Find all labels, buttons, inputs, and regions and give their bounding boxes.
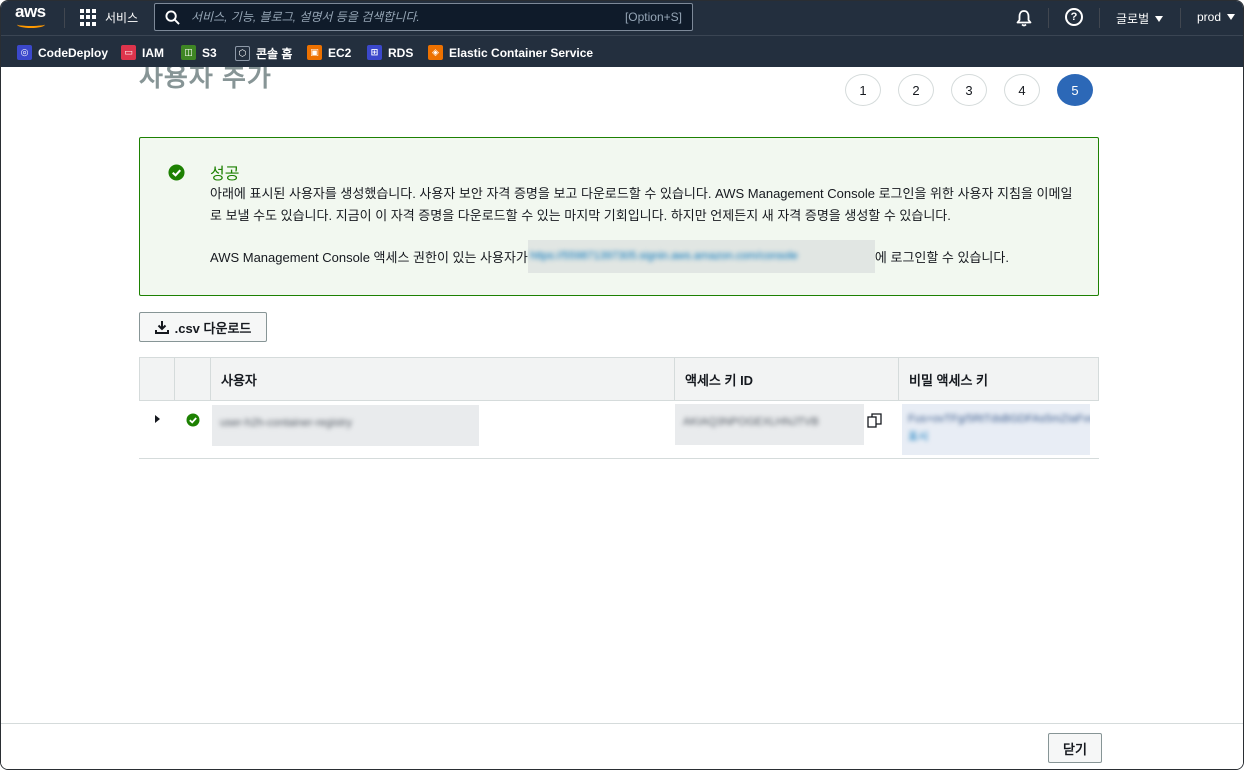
step-5-current[interactable]: 5 <box>1057 74 1093 106</box>
iam-icon: ▭ <box>121 45 136 60</box>
credentials-table: 사용자 액세스 키 ID 비밀 액세스 키 user-h2h-container… <box>139 357 1099 459</box>
favorite-ec2[interactable]: ▣ EC2 <box>307 45 351 60</box>
page-title: 사용자 추가 <box>139 67 272 92</box>
console-access-suffix: 에 로그인할 수 있습니다. <box>874 250 1009 265</box>
download-icon <box>154 321 169 334</box>
services-grid-icon <box>80 9 97 26</box>
region-selector[interactable]: 글로벌 <box>1116 10 1164 27</box>
services-label: 서비스 <box>105 11 139 25</box>
column-header-access-key-id: 액세스 키 ID <box>675 358 899 400</box>
access-key-id-cell: AKIAQ3NPOGEXLHNJTVB <box>675 404 864 445</box>
caret-down-icon <box>1155 15 1164 22</box>
favorite-iam[interactable]: ▭ IAM <box>121 45 164 60</box>
search-input[interactable] <box>191 8 591 26</box>
alert-title: 성공 <box>210 166 240 183</box>
top-navigation: aws 서비스 [Option+S] ? 글로벌 prod <box>1 1 1243 35</box>
table-header: 사용자 액세스 키 ID 비밀 액세스 키 <box>139 357 1099 401</box>
favorite-label: CodeDeploy <box>38 45 109 60</box>
rds-icon: ⊞ <box>367 45 382 60</box>
caret-down-icon <box>1227 14 1236 20</box>
success-check-icon <box>168 164 185 181</box>
notifications-bell-icon[interactable] <box>1015 9 1033 27</box>
user-name-cell[interactable]: user-h2h-container-registry <box>212 405 479 446</box>
favorite-label: Elastic Container Service <box>449 45 594 60</box>
copy-icon[interactable] <box>867 413 882 428</box>
expand-row-caret-icon[interactable] <box>155 415 160 423</box>
favorite-codedeploy[interactable]: ◎ CodeDeploy <box>17 45 108 60</box>
region-label: 글로벌 <box>1116 12 1150 26</box>
favorites-bar: ◎ CodeDeploy ▭ IAM ◫ S3 ⬡ 콘솔 홈 ▣ EC2 ⊞ R… <box>1 35 1243 67</box>
table-row: user-h2h-container-registry AKIAQ3NPOGEX… <box>139 401 1099 459</box>
nav-divider <box>1099 8 1100 28</box>
favorite-label: IAM <box>142 45 164 60</box>
column-header-user: 사용자 <box>211 358 675 400</box>
step-1[interactable]: 1 <box>845 74 881 106</box>
success-alert: 성공 아래에 표시된 사용자를 생성했습니다. 사용자 보안 자격 증명을 보고… <box>139 137 1099 296</box>
favorite-ecs[interactable]: ◈ Elastic Container Service <box>428 45 593 60</box>
account-menu[interactable]: prod <box>1197 10 1236 24</box>
alert-body: 아래에 표시된 사용자를 생성했습니다. 사용자 보안 자격 증명을 보고 다운… <box>210 186 1073 223</box>
nav-divider <box>1048 8 1049 28</box>
favorite-label: EC2 <box>328 45 352 60</box>
favorite-s3[interactable]: ◫ S3 <box>181 45 217 60</box>
wizard-steps: 1 2 3 4 5 <box>845 74 1093 106</box>
console-access-line: AWS Management Console 액세스 권한이 있는 사용자가 h… <box>210 240 1009 273</box>
success-check-icon <box>186 413 200 427</box>
footer-bar: 닫기 <box>1 723 1243 769</box>
codedeploy-icon: ◎ <box>17 45 32 60</box>
console-signin-link[interactable]: https://559871397305.signin.aws.amazon.c… <box>527 240 875 273</box>
secret-key-cell: Fus+ovTFg/5RtTdsBGDFAs5mZIaFvwOAkS 표시 <box>902 404 1090 455</box>
step-2[interactable]: 2 <box>898 74 934 106</box>
aws-logo-text: aws <box>15 2 46 21</box>
search-box[interactable]: [Option+S] <box>154 3 693 31</box>
ecs-icon: ◈ <box>428 45 443 60</box>
search-icon <box>165 10 180 25</box>
show-secret-link[interactable]: 표시 <box>902 428 1090 446</box>
console-access-prefix: AWS Management Console 액세스 권한이 있는 사용자가 <box>210 250 528 265</box>
step-4[interactable]: 4 <box>1004 74 1040 106</box>
console-home-icon: ⬡ <box>235 46 250 61</box>
favorite-rds[interactable]: ⊞ RDS <box>367 45 413 60</box>
account-label: prod <box>1197 10 1222 24</box>
ec2-icon: ▣ <box>307 45 322 60</box>
search-shortcut-hint: [Option+S] <box>624 10 682 24</box>
help-icon[interactable]: ? <box>1065 8 1083 26</box>
column-header-secret-key: 비밀 액세스 키 <box>909 372 988 388</box>
aws-smile-icon <box>17 21 45 28</box>
aws-logo[interactable]: aws <box>15 2 49 30</box>
favorite-label: RDS <box>388 45 414 60</box>
services-menu-button[interactable]: 서비스 <box>80 9 138 26</box>
favorite-label: 콘솔 홈 <box>256 47 293 61</box>
close-button[interactable]: 닫기 <box>1048 733 1102 763</box>
browser-frame: aws 서비스 [Option+S] ? 글로벌 prod <box>0 0 1244 770</box>
favorite-label: S3 <box>202 45 217 60</box>
csv-download-button[interactable]: .csv 다운로드 <box>139 312 267 342</box>
csv-download-label: .csv 다운로드 <box>174 320 252 336</box>
status-column-header <box>175 358 211 400</box>
s3-icon: ◫ <box>181 45 196 60</box>
nav-divider <box>64 8 65 28</box>
nav-divider <box>1180 8 1181 28</box>
expand-column-header <box>140 358 175 400</box>
step-3[interactable]: 3 <box>951 74 987 106</box>
favorite-console-home[interactable]: ⬡ 콘솔 홈 <box>235 45 292 62</box>
